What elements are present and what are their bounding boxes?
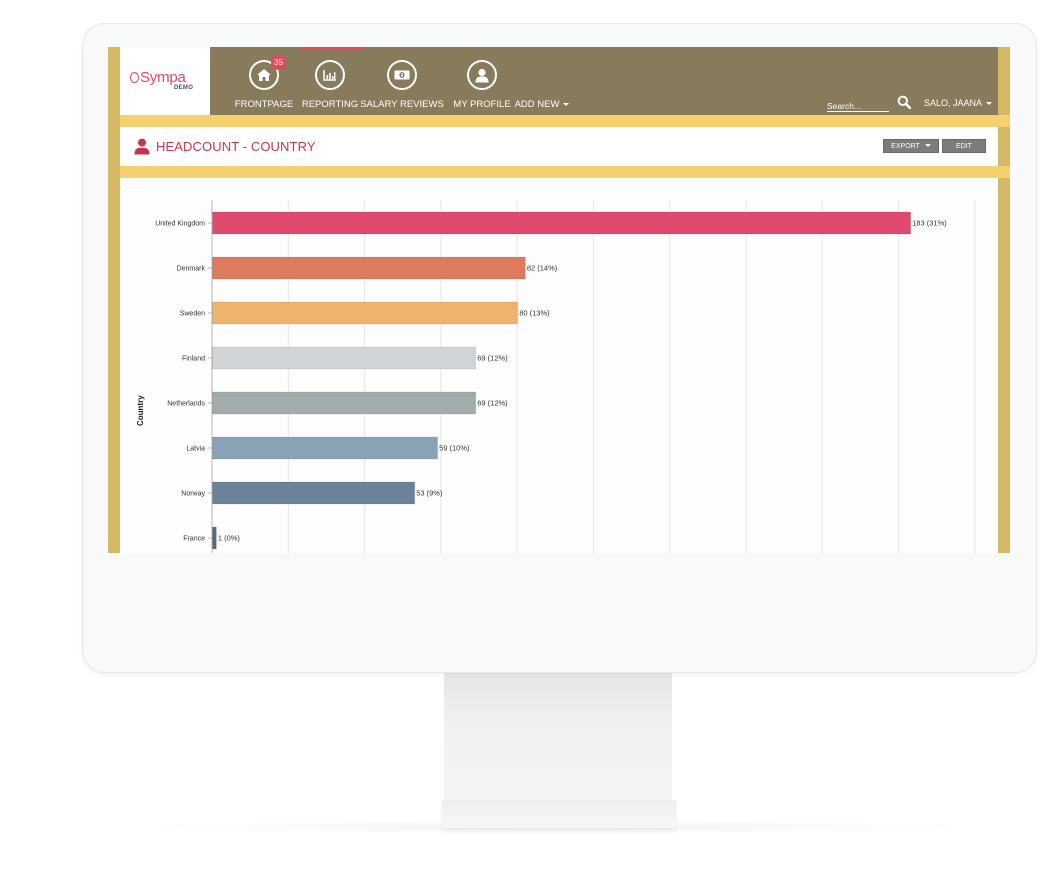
data-label: 59 (10%) (439, 444, 470, 453)
y-tick-label: Latvia (186, 446, 205, 453)
add-new-text: ADD NEW (514, 99, 560, 110)
logo-demo-label: DEMO (174, 85, 194, 91)
bar (212, 391, 477, 415)
search-input[interactable] (827, 98, 889, 114)
data-label: 1 (0%) (218, 534, 241, 543)
page-title-bar: HEADCOUNT - COUNTRY EXPORT EDIT (120, 127, 998, 166)
y-tick-label: Sweden (180, 311, 205, 318)
nav-my-profile[interactable]: MY PROFILE (444, 47, 520, 115)
headcount-chart: United Kingdom 183 (31%) Denmark 82 (14%) Sw… (120, 178, 998, 553)
logo[interactable]: Sympa DEMO (120, 47, 210, 115)
title-divider-band (120, 166, 1010, 178)
user-icon (475, 68, 489, 82)
y-tick-label: United Kingdom (155, 221, 205, 228)
person-icon (134, 138, 150, 155)
nav-my-profile-label: MY PROFILE (453, 99, 511, 110)
home-icon (257, 69, 271, 81)
app-screen: Sympa DEMO 35 FRONTPAGE REPORTING SALARY… (108, 47, 1010, 553)
y-tick-label: Finland (182, 356, 205, 363)
bar (212, 346, 477, 370)
caret-down-icon (986, 102, 993, 105)
bar-chart-svg: United Kingdom 183 (31%) Denmark 82 (14%) Sw… (155, 200, 976, 553)
nav-salary-reviews-label: SALARY REVIEWS (360, 99, 444, 110)
user-name: SALO, JAANA (924, 98, 983, 108)
data-label: 183 (31%) (912, 219, 947, 228)
y-tick-label: Norway (181, 491, 205, 498)
bar (212, 481, 416, 505)
y-tick-label: France (183, 536, 205, 543)
notification-badge[interactable]: 35 (271, 55, 286, 70)
bar (212, 301, 519, 325)
export-button[interactable]: EXPORT (883, 139, 939, 153)
data-label: 53 (9%) (416, 489, 443, 498)
user-menu[interactable]: SALO, JAANA (924, 98, 993, 108)
bar-chart-icon (323, 70, 336, 81)
nav-salary-reviews[interactable]: SALARY REVIEWS (356, 47, 448, 115)
monitor-stand-foot (442, 800, 676, 828)
y-tick-label: Netherlands (167, 401, 205, 408)
nav-my-profile-circle (467, 60, 497, 90)
nav-salary-reviews-circle (387, 60, 417, 90)
left-frame-bar (108, 47, 120, 553)
logo-name: Sympa (140, 69, 186, 86)
header-divider-band (120, 115, 1010, 127)
caret-down-icon (563, 103, 570, 106)
nav-add-new[interactable]: ADD NEW (510, 47, 574, 115)
nav-add-new-label: ADD NEW (510, 99, 574, 110)
search-icon[interactable] (897, 95, 911, 109)
stage: Sympa DEMO 35 FRONTPAGE REPORTING SALARY… (0, 0, 1040, 873)
export-button-label: EXPORT (891, 143, 920, 150)
logo-text: Sympa (130, 69, 186, 86)
monitor-stand (444, 673, 672, 803)
bar (212, 256, 526, 280)
page-title: HEADCOUNT - COUNTRY (156, 139, 316, 154)
nav-frontpage-circle: 35 (249, 55, 286, 90)
bar (212, 211, 912, 235)
caret-down-icon (924, 144, 931, 147)
data-label: 82 (14%) (527, 264, 558, 273)
bar (212, 436, 439, 460)
bar (212, 526, 217, 550)
lightbulb-icon (130, 72, 139, 83)
y-tick-label: Denmark (177, 266, 206, 273)
nav-reporting-circle (315, 60, 345, 90)
y-axis-title: Country (136, 395, 145, 426)
data-label: 80 (13%) (519, 309, 550, 318)
data-label: 69 (12%) (477, 354, 508, 363)
edit-button[interactable]: EDIT (942, 139, 986, 153)
top-navigation: Sympa DEMO 35 FRONTPAGE REPORTING SALARY… (120, 47, 998, 115)
banknote-icon (394, 70, 410, 80)
data-label: 69 (12%) (477, 399, 508, 408)
search-field[interactable] (827, 96, 889, 114)
